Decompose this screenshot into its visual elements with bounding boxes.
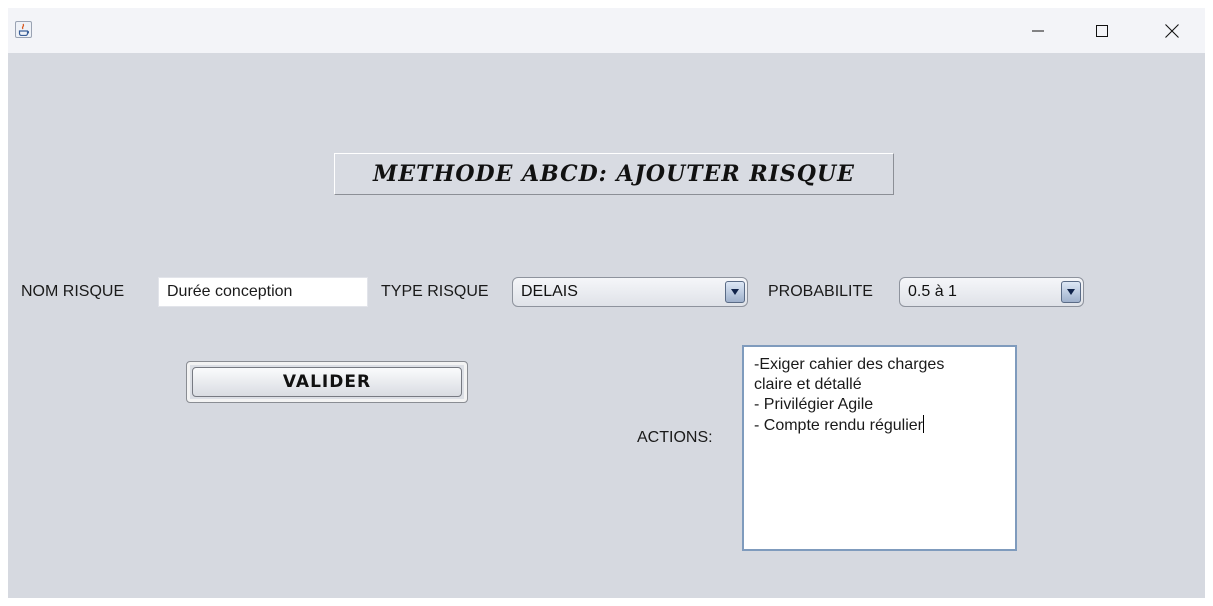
actions-line: - Privilégier Agile [754,396,874,413]
probabilite-selected: 0.5 à 1 [908,283,957,300]
valider-label: VALIDER [282,372,372,392]
probabilite-dropdown-button[interactable] [1061,281,1081,303]
close-button[interactable] [1149,8,1195,53]
probabilite-label: PROBABILITE [768,283,873,300]
actions-line: -Exiger cahier des charges [754,356,945,373]
type-risque-select[interactable]: DELAIS [512,277,748,307]
actions-line: - Compte rendu régulier [754,417,923,434]
chevron-down-icon [731,289,739,295]
actions-line: claire et détallé [754,376,862,393]
type-risque-dropdown-button[interactable] [725,281,745,303]
form-heading-box: METHODE ABCD: AJOUTER RISQUE [334,153,894,195]
minimize-button[interactable] [1015,8,1061,53]
minimize-icon [1032,30,1044,31]
type-risque-label: TYPE RISQUE [381,283,489,300]
java-app-icon[interactable] [15,21,32,38]
actions-label: ACTIONS: [637,429,713,446]
nom-risque-input[interactable]: Durée conception [158,277,368,307]
close-icon [1165,23,1179,38]
title-bar[interactable] [8,8,1205,53]
chevron-down-icon [1067,289,1075,295]
nom-risque-label: NOM RISQUE [21,283,125,300]
probabilite-select[interactable]: 0.5 à 1 [899,277,1084,307]
app-window: METHODE ABCD: AJOUTER RISQUE NOM RISQUE … [8,8,1205,598]
text-cursor [922,415,924,433]
actions-textarea[interactable]: -Exiger cahier des charges claire et dét… [742,345,1017,551]
form-heading: METHODE ABCD: AJOUTER RISQUE [373,161,855,187]
maximize-icon [1096,24,1108,37]
maximize-button[interactable] [1079,8,1125,53]
type-risque-selected: DELAIS [521,283,578,300]
valider-button[interactable]: VALIDER [186,361,468,403]
